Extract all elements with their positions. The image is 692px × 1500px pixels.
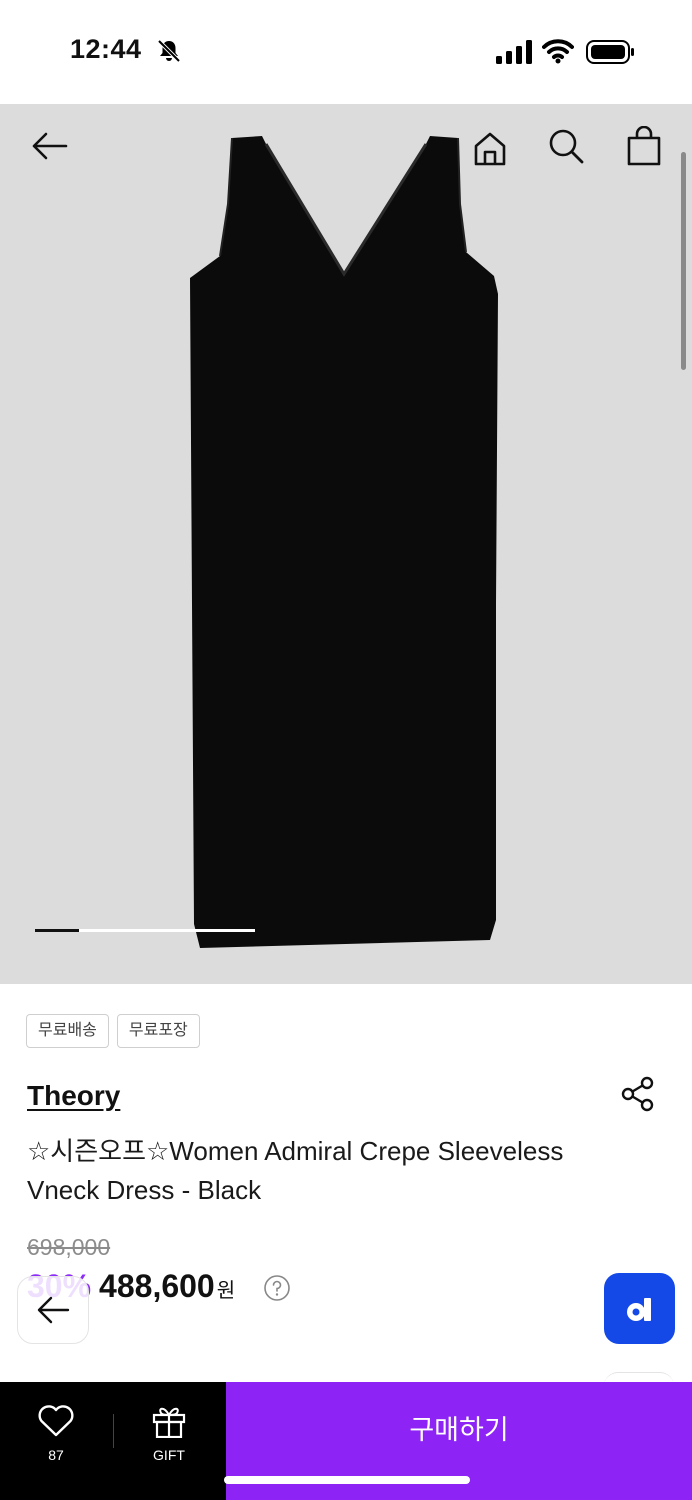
price-help-icon[interactable] (263, 1274, 291, 1302)
gift-label: GIFT (153, 1447, 185, 1463)
brand-link[interactable]: Theory (27, 1080, 120, 1112)
search-button[interactable] (542, 122, 590, 170)
shopping-bag-icon (627, 126, 661, 166)
wifi-icon (542, 39, 574, 64)
home-button[interactable] (466, 124, 514, 172)
gallery-progress-fill (35, 929, 79, 932)
bottom-left-panel: 87 GIFT (0, 1382, 226, 1500)
back-button[interactable] (24, 122, 72, 170)
gallery-progress-track (35, 929, 255, 932)
home-indicator (224, 1476, 470, 1484)
share-button[interactable] (618, 1074, 658, 1114)
d-app-button[interactable] (604, 1273, 675, 1344)
product-title: ☆시즌오프☆Women Admiral Crepe Sleeveless Vne… (27, 1136, 564, 1205)
floating-back-button[interactable] (17, 1276, 89, 1344)
cart-button[interactable] (620, 122, 668, 170)
product-image-dress (190, 136, 498, 948)
d-logo-icon (626, 1297, 651, 1321)
tag-free-wrapping: 무료포장 (116, 1014, 200, 1048)
status-bar: 12:44 (0, 0, 692, 104)
bell-off-icon (157, 39, 181, 63)
gift-icon (152, 1407, 186, 1439)
currency-unit: 원 (216, 1280, 236, 1302)
sale-price: 488,600 (99, 1268, 215, 1304)
like-count: 87 (48, 1447, 64, 1463)
bottom-divider (113, 1414, 114, 1448)
like-button[interactable]: 87 (22, 1404, 90, 1468)
back-arrow-icon (37, 1296, 70, 1324)
cellular-signal-icon (496, 40, 532, 64)
gift-button[interactable]: GIFT (136, 1404, 202, 1468)
back-arrow-icon (32, 132, 68, 160)
product-image-gallery[interactable] (0, 104, 692, 984)
home-icon (474, 132, 506, 166)
heart-icon (38, 1405, 74, 1437)
scrollbar[interactable] (681, 152, 686, 370)
battery-icon (586, 40, 634, 64)
benefit-tags: 무료배송 무료포장 (26, 1014, 200, 1048)
share-icon (621, 1076, 654, 1112)
status-time: 12:44 (70, 34, 142, 64)
original-price: 698,000 (27, 1234, 111, 1260)
tag-free-shipping: 무료배송 (26, 1014, 109, 1048)
search-icon (549, 129, 584, 164)
